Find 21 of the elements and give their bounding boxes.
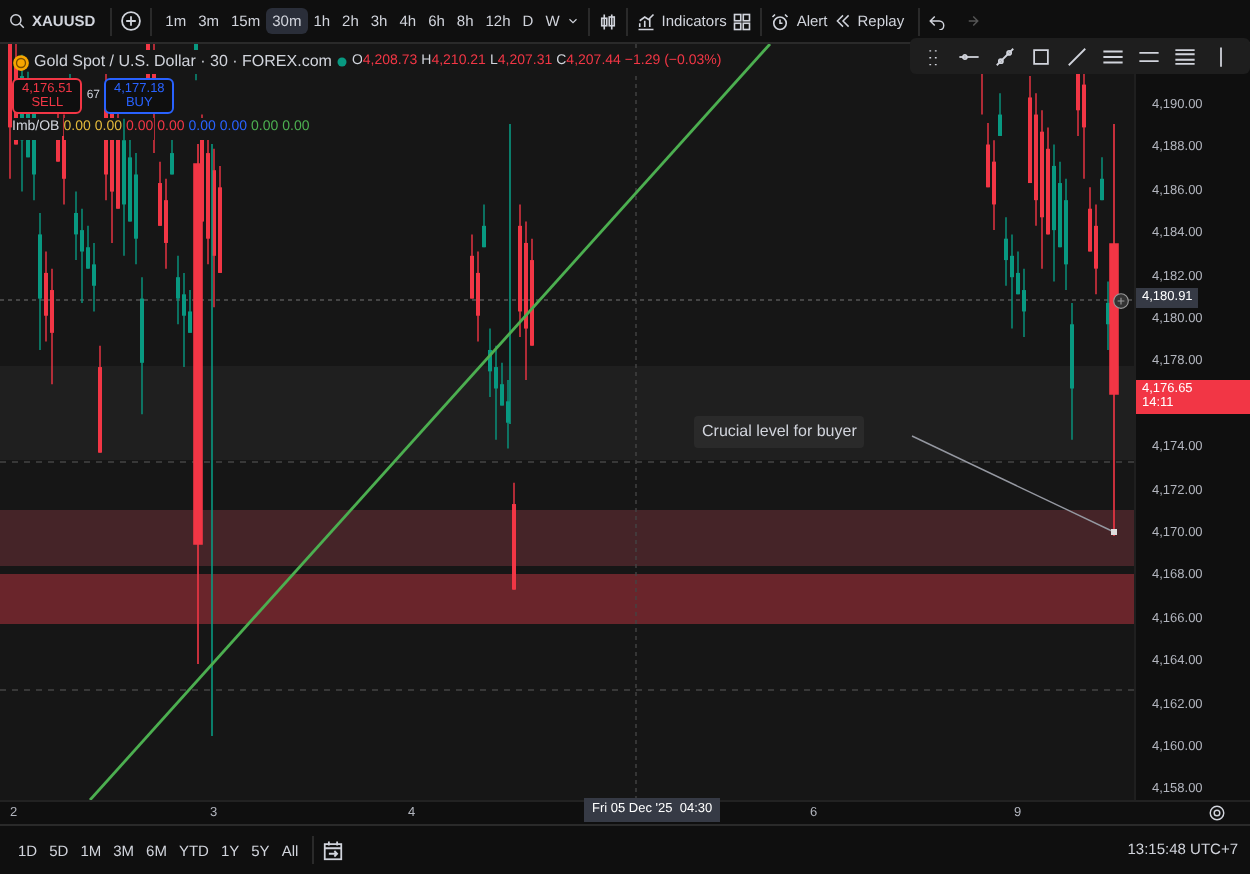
calendar-icon[interactable] bbox=[322, 839, 345, 861]
lines-icon[interactable] bbox=[1174, 45, 1196, 67]
chart-plus-icon[interactable] bbox=[635, 11, 656, 31]
status-dot-icon bbox=[335, 56, 348, 68]
annotation-label: Crucial level for buyer bbox=[694, 416, 865, 448]
trend-line-icon[interactable] bbox=[994, 45, 1016, 67]
caret-icon[interactable] bbox=[565, 14, 580, 28]
rectangle-icon[interactable] bbox=[1030, 45, 1052, 67]
alarm-clock-icon[interactable] bbox=[770, 11, 791, 31]
chart-title: Gold Spot / U.S. Dollar · 30 · FOREX.com bbox=[34, 50, 332, 74]
rewind-icon[interactable] bbox=[833, 12, 852, 30]
parallel-lines-icon[interactable] bbox=[1102, 45, 1124, 67]
candles-icon[interactable] bbox=[597, 11, 618, 31]
undo-icon[interactable] bbox=[928, 12, 947, 30]
anchor-point bbox=[1111, 529, 1117, 535]
line-icon[interactable] bbox=[1066, 45, 1088, 67]
grid-icon[interactable] bbox=[732, 11, 753, 31]
coin-icon bbox=[12, 53, 30, 71]
add-icon[interactable] bbox=[119, 10, 142, 32]
settings-icon[interactable] bbox=[1208, 804, 1226, 822]
search-icon bbox=[8, 12, 26, 30]
